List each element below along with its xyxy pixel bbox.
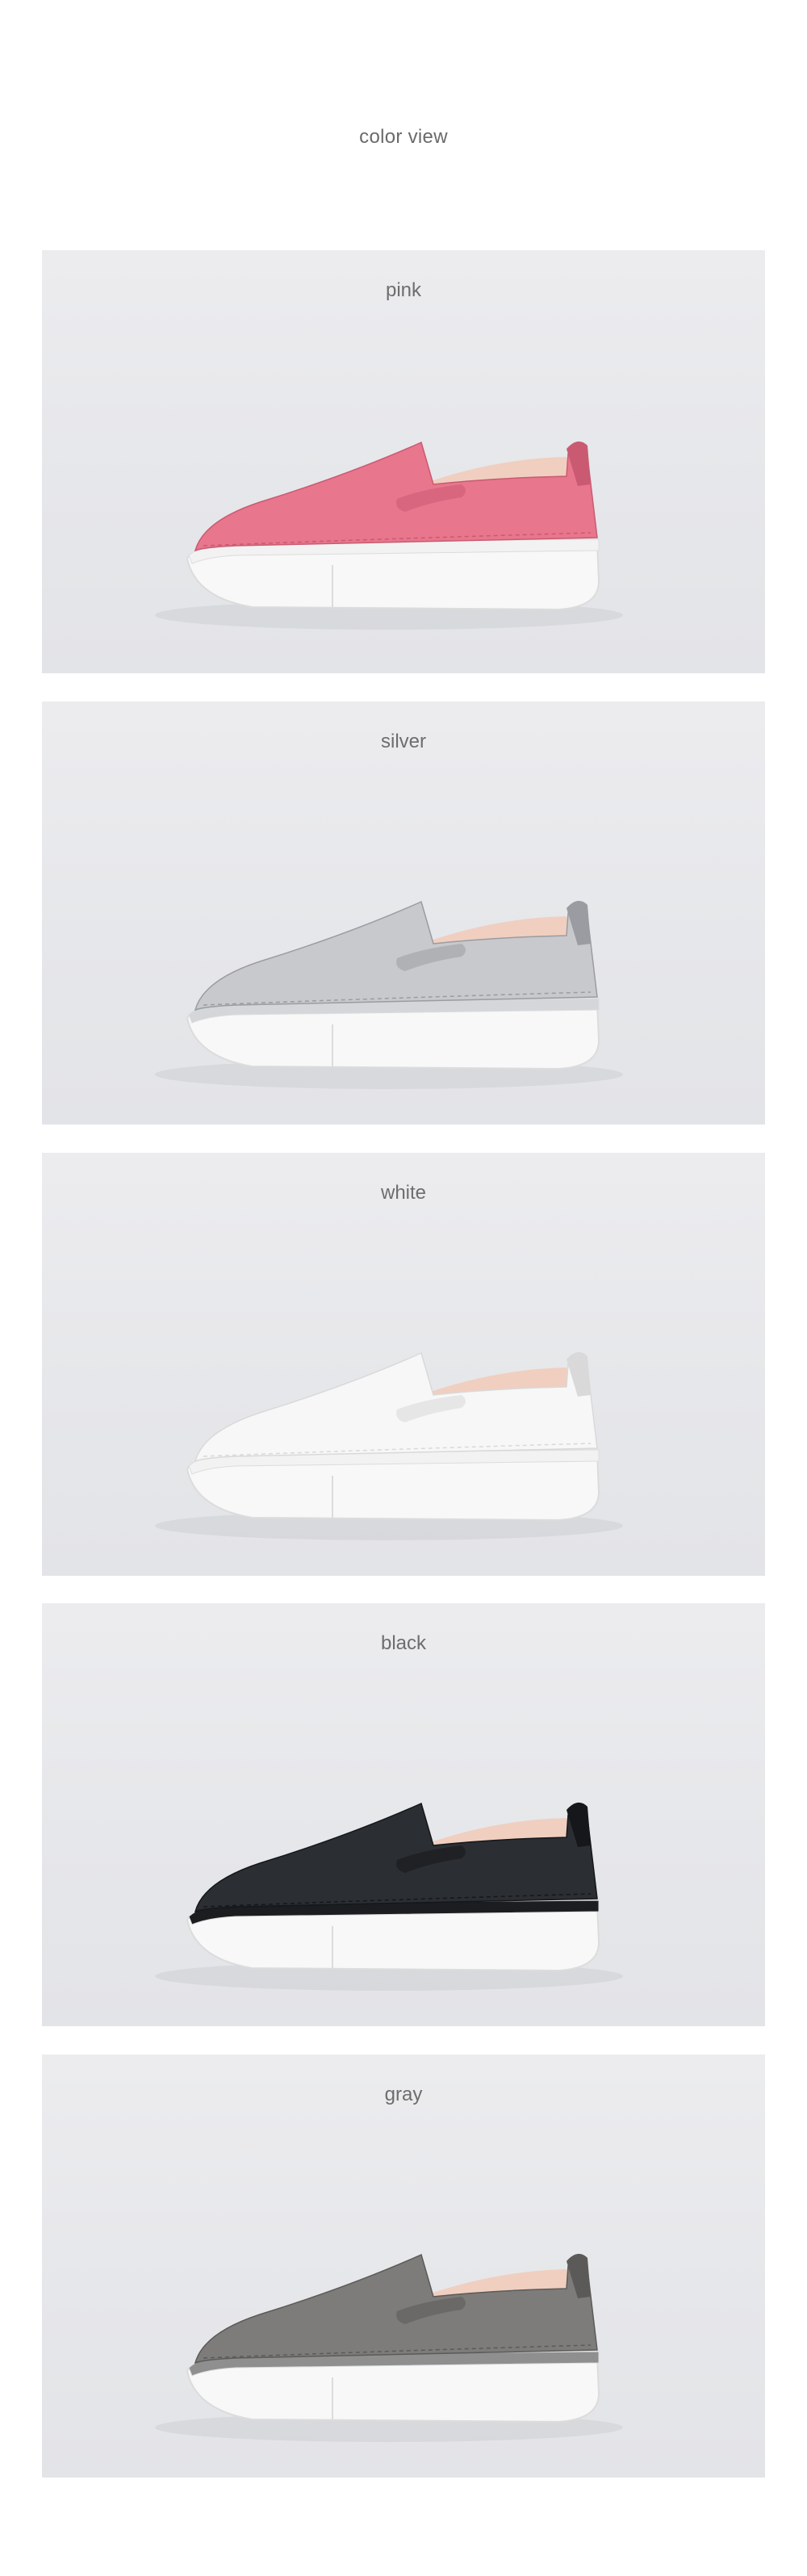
color-panel-gray: gray [42,2055,765,2478]
shoe-image [155,2253,623,2442]
color-panel-silver: silver [42,702,765,1125]
color-panel-pink: pink [42,250,765,673]
shoe-image [155,1351,623,1540]
color-panel-white: white [42,1153,765,1576]
color-panel-black: black [42,1603,765,2026]
shoe-image [155,900,623,1089]
shoe-image [155,1802,623,1991]
shoe-image [155,441,623,630]
heading-color-view: color view [359,126,448,148]
